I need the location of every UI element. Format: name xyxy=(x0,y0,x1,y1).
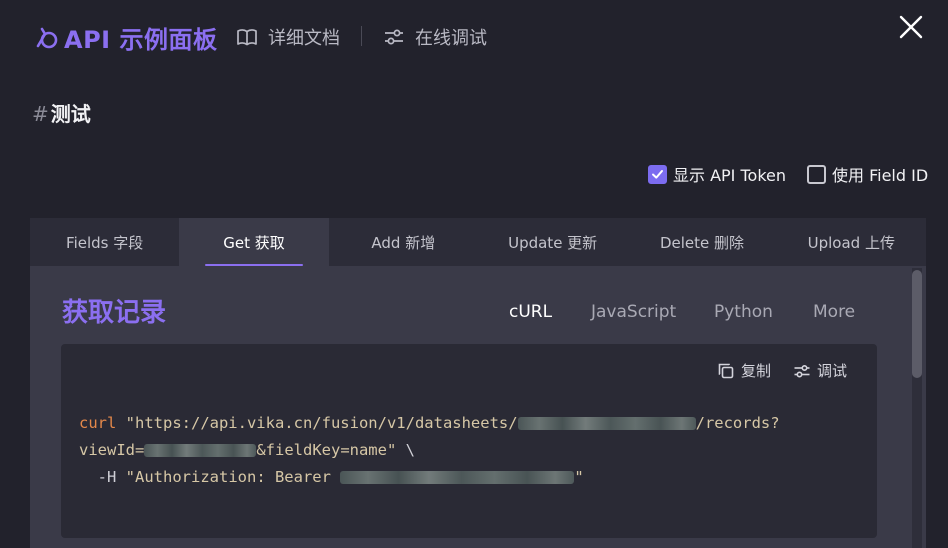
header-divider xyxy=(361,26,362,46)
use-field-id-label: 使用 Field ID xyxy=(832,166,929,185)
section-title: 获取记录 xyxy=(62,298,167,328)
tab-get[interactable]: Get 获取 xyxy=(179,218,329,266)
code-field-key: &fieldKey=name" xyxy=(256,441,397,459)
method-tabs: Fields 字段 Get 获取 Add 新增 Update 更新 Delete… xyxy=(30,218,926,266)
code-line-continuation: \ xyxy=(396,441,415,459)
show-api-token-checkbox[interactable] xyxy=(648,164,667,184)
docs-link-label: 详细文档 xyxy=(268,28,340,49)
lang-tab-python[interactable]: Python xyxy=(714,302,773,322)
online-debug-link[interactable]: 在线调试 xyxy=(383,24,487,50)
code-url-prefix: "https://api.vika.cn/fusion/v1/datasheet… xyxy=(116,414,518,432)
curl-code: curl "https://api.vika.cn/fusion/v1/data… xyxy=(79,410,780,491)
show-api-token-option[interactable]: 显示 API Token xyxy=(648,162,786,186)
lang-tab-javascript[interactable]: JavaScript xyxy=(591,302,676,322)
copy-icon xyxy=(718,363,734,378)
checkmark-icon xyxy=(652,169,663,179)
docs-link[interactable]: 详细文档 xyxy=(236,24,340,50)
code-auth-close: " xyxy=(574,468,584,486)
redacted-datasheet-id xyxy=(517,417,696,430)
debug-label: 调试 xyxy=(816,362,847,380)
tab-fields[interactable]: Fields 字段 xyxy=(30,218,179,266)
code-header-flag: -H xyxy=(79,468,126,486)
redacted-api-token xyxy=(340,471,575,484)
datasheet-title-text: 测试 xyxy=(50,102,91,126)
hash-icon: # xyxy=(32,102,49,126)
redacted-view-id xyxy=(144,444,257,457)
use-field-id-option[interactable]: 使用 Field ID xyxy=(807,162,928,186)
code-command: curl xyxy=(79,414,117,432)
panel-title-text: API 示例面板 xyxy=(64,26,218,54)
show-api-token-label: 显示 API Token xyxy=(673,166,787,185)
online-debug-label: 在线调试 xyxy=(415,28,487,49)
tab-add[interactable]: Add 新增 xyxy=(329,218,478,266)
api-example-panel: Fields 字段 Get 获取 Add 新增 Update 更新 Delete… xyxy=(30,218,926,548)
sliders-icon xyxy=(794,364,810,378)
lang-tab-curl[interactable]: cURL xyxy=(509,302,552,322)
api-logo-icon xyxy=(36,27,58,48)
header: API 示例面板 详细文档 在线调试 xyxy=(0,0,948,72)
code-auth-header: "Authorization: Bearer xyxy=(125,468,341,486)
sliders-icon xyxy=(385,29,403,45)
code-actions: 复制 调试 xyxy=(717,360,847,381)
close-icon[interactable] xyxy=(896,12,926,42)
book-icon xyxy=(237,29,257,46)
code-url-suffix: /records? xyxy=(695,414,780,432)
tab-delete[interactable]: Delete 删除 xyxy=(627,218,776,266)
datasheet-title: # 测试 xyxy=(32,98,91,127)
debug-button[interactable]: 调试 xyxy=(793,360,847,381)
lang-tab-more[interactable]: More xyxy=(813,302,855,322)
tab-update[interactable]: Update 更新 xyxy=(478,218,627,266)
code-view-id: viewId= xyxy=(79,441,145,459)
panel-title: API 示例面板 xyxy=(34,20,217,55)
tab-upload[interactable]: Upload 上传 xyxy=(777,218,926,266)
copy-button[interactable]: 复制 xyxy=(717,360,771,381)
use-field-id-checkbox[interactable] xyxy=(807,164,826,184)
scrollbar-thumb[interactable] xyxy=(912,270,922,378)
code-block: 复制 调试 curl "https://api.vika.cn/fusion/v… xyxy=(61,344,877,538)
copy-label: 复制 xyxy=(740,362,771,380)
